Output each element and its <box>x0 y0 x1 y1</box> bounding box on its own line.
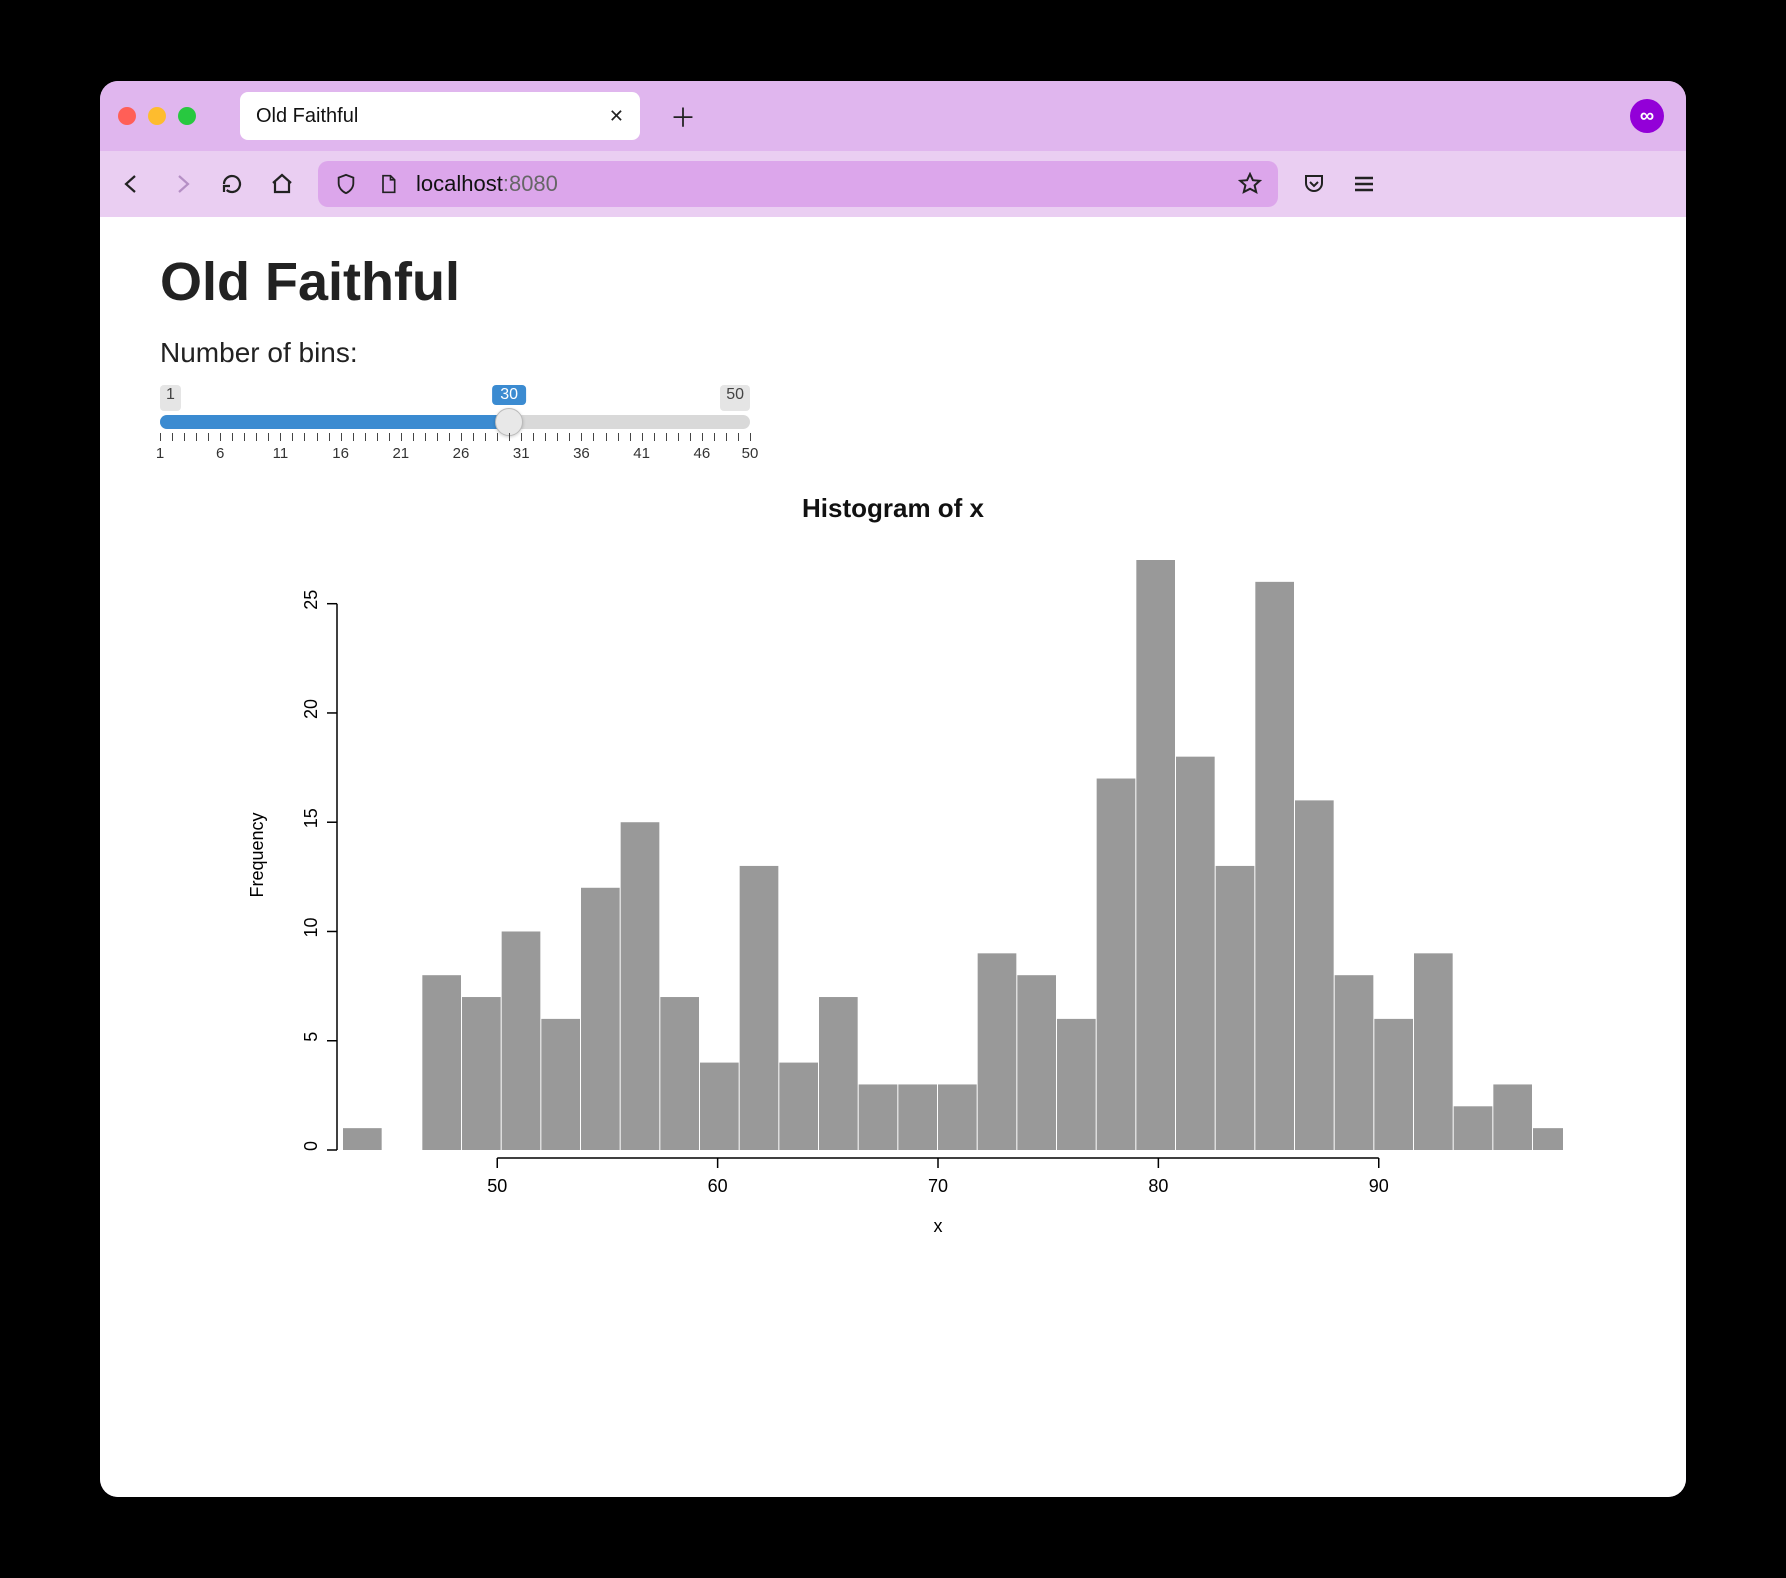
extension-glyph: ∞ <box>1640 105 1654 128</box>
histogram-bar <box>1255 582 1294 1150</box>
slider-tick-label: 31 <box>513 445 530 462</box>
histogram-bar <box>1493 1084 1532 1150</box>
histogram-bar <box>700 1063 739 1150</box>
slider-tick-label: 36 <box>573 445 590 462</box>
slider-tick-label: 11 <box>273 445 289 462</box>
histogram-bar <box>1374 1019 1413 1150</box>
slider-tick-label: 21 <box>392 445 409 462</box>
slider-min-label: 1 <box>160 385 181 411</box>
tab-bar: Old Faithful ✕ ＋ ∞ <box>100 81 1686 151</box>
histogram-bar <box>541 1019 580 1150</box>
histogram-bar <box>779 1063 818 1150</box>
menu-icon[interactable] <box>1350 170 1378 198</box>
x-tick-label: 70 <box>928 1176 948 1196</box>
y-tick-label: 5 <box>301 1032 321 1042</box>
histogram-bar <box>1017 975 1056 1150</box>
histogram-bar <box>1097 779 1136 1150</box>
url-text: localhost:8080 <box>416 171 558 197</box>
histogram-bar <box>1454 1106 1493 1150</box>
url-bar[interactable]: localhost:8080 <box>318 161 1278 207</box>
browser-window: Old Faithful ✕ ＋ ∞ localhost <box>100 81 1686 1497</box>
histogram-bar <box>1335 975 1374 1150</box>
histogram-bar <box>898 1084 937 1150</box>
histogram-bar <box>1216 866 1255 1150</box>
url-host: localhost <box>416 171 503 196</box>
histogram-bar <box>621 822 660 1150</box>
histogram-bar <box>938 1084 977 1150</box>
histogram-bar <box>1414 953 1453 1150</box>
new-tab-button[interactable]: ＋ <box>670 98 696 135</box>
slider-track[interactable] <box>160 415 750 429</box>
pocket-icon[interactable] <box>1300 170 1328 198</box>
y-tick-label: 10 <box>301 917 321 937</box>
slider-label: Number of bins: <box>160 337 1626 369</box>
browser-tab[interactable]: Old Faithful ✕ <box>240 92 640 140</box>
slider-tick-label: 26 <box>453 445 470 462</box>
slider-thumb[interactable] <box>495 408 523 436</box>
page-title: Old Faithful <box>160 251 1626 313</box>
histogram-bar <box>1057 1019 1096 1150</box>
slider-tick-label: 41 <box>633 445 650 462</box>
close-window-icon[interactable] <box>118 107 136 125</box>
x-tick-label: 80 <box>1148 1176 1168 1196</box>
histogram-bar <box>581 888 620 1150</box>
minimize-window-icon[interactable] <box>148 107 166 125</box>
back-button[interactable] <box>118 170 146 198</box>
slider-tick-label: 50 <box>742 445 759 462</box>
window-controls <box>118 107 196 125</box>
x-axis-label: x <box>934 1216 943 1236</box>
maximize-window-icon[interactable] <box>178 107 196 125</box>
x-tick-label: 60 <box>708 1176 728 1196</box>
slider-tick-label: 1 <box>156 445 164 462</box>
tab-title: Old Faithful <box>256 105 358 128</box>
slider-top-labels: 1 30 50 <box>160 385 750 411</box>
slider-max-label: 50 <box>720 385 750 411</box>
histogram-bar <box>462 997 501 1150</box>
histogram-bar <box>1533 1128 1563 1150</box>
toolbar: localhost:8080 <box>100 151 1686 217</box>
y-tick-label: 20 <box>301 699 321 719</box>
url-port: :8080 <box>503 171 558 196</box>
slider-ticks: 16111621263136414650 <box>160 433 750 463</box>
histogram-plot: 0 5 10 15 20 25 50 60 70 80 90 x Frequency <box>223 550 1563 1250</box>
x-tick-label: 50 <box>487 1176 507 1196</box>
slider-tick-label: 16 <box>332 445 349 462</box>
histogram-bar <box>343 1128 382 1150</box>
forward-button[interactable] <box>168 170 196 198</box>
histogram-bar <box>819 997 858 1150</box>
y-tick-label: 25 <box>301 590 321 610</box>
page-content: Old Faithful Number of bins: 1 30 50 161… <box>100 217 1686 1497</box>
histogram-bar <box>660 997 699 1150</box>
histogram-bar <box>1136 560 1175 1150</box>
histogram-bar <box>1295 800 1334 1150</box>
page-info-icon[interactable] <box>374 170 402 198</box>
slider-tick-label: 46 <box>693 445 710 462</box>
close-tab-icon[interactable]: ✕ <box>609 106 624 127</box>
bins-slider[interactable]: 1 30 50 16111621263136414650 <box>160 385 750 463</box>
histogram-bar <box>502 931 541 1150</box>
extension-icon[interactable]: ∞ <box>1630 99 1664 133</box>
x-tick-label: 90 <box>1369 1176 1389 1196</box>
y-tick-label: 0 <box>301 1141 321 1151</box>
shield-icon[interactable] <box>332 170 360 198</box>
plot-area: 0 5 10 15 20 25 50 60 70 80 90 x Frequency <box>160 550 1626 1250</box>
y-axis-label: Frequency <box>247 812 267 897</box>
bookmark-star-icon[interactable] <box>1236 170 1264 198</box>
y-tick-label: 15 <box>301 808 321 828</box>
histogram-bar <box>859 1084 898 1150</box>
home-button[interactable] <box>268 170 296 198</box>
histogram-bar <box>422 975 461 1150</box>
histogram-bar <box>740 866 779 1150</box>
histogram-bar <box>1176 757 1215 1150</box>
slider-tick-label: 6 <box>216 445 224 462</box>
histogram-bar <box>978 953 1017 1150</box>
reload-button[interactable] <box>218 170 246 198</box>
slider-value-label: 30 <box>492 385 526 405</box>
plot-title: Histogram of x <box>160 493 1626 524</box>
slider-fill <box>160 415 509 429</box>
